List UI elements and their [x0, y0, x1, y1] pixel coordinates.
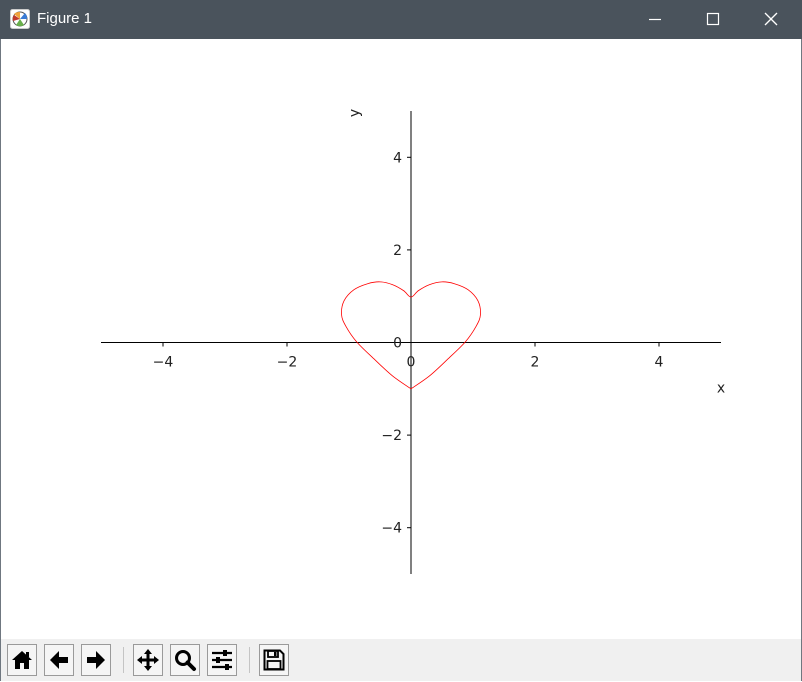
arrow-left-icon [50, 651, 68, 669]
configure-subplots-button[interactable] [207, 644, 237, 676]
home-icon [12, 651, 32, 669]
x-axis-label: x [717, 381, 725, 397]
arrow-right-icon [87, 651, 105, 669]
close-icon [764, 12, 778, 26]
y-tick-label: 0 [393, 336, 402, 352]
matplotlib-app-icon [10, 9, 30, 29]
maximize-icon [706, 12, 720, 26]
forward-button[interactable] [81, 644, 111, 676]
move-icon [137, 649, 159, 671]
minimize-button[interactable] [632, 0, 678, 39]
x-tick-label: −4 [153, 355, 174, 371]
back-button[interactable] [44, 644, 74, 676]
x-tick-label: 4 [655, 355, 664, 371]
y-tick-label: 4 [393, 150, 402, 166]
x-tick-label: 0 [407, 355, 416, 371]
close-button[interactable] [748, 0, 794, 39]
x-tick-label: −2 [277, 355, 298, 371]
window-title: Figure 1 [37, 10, 93, 27]
title-bar: Figure 1 [0, 0, 802, 39]
minimize-icon [649, 18, 661, 21]
figure-canvas[interactable]: −4 −2 0 2 4 −4 −2 0 2 4 x y [1, 39, 801, 639]
magnifier-icon [175, 650, 196, 671]
y-axis-label: y [347, 109, 363, 117]
home-button[interactable] [7, 644, 37, 676]
ticks: −4 −2 0 2 4 −4 −2 0 2 4 [153, 150, 664, 536]
plot-area: −4 −2 0 2 4 −4 −2 0 2 4 x y [101, 109, 725, 574]
y-tick-label: −2 [381, 428, 402, 444]
maximize-button[interactable] [690, 0, 736, 39]
x-tick-label: 2 [531, 355, 540, 371]
y-tick-label: 2 [393, 243, 402, 259]
navigation-toolbar [1, 639, 801, 681]
pan-button[interactable] [133, 644, 163, 676]
toolbar-separator [123, 647, 124, 673]
save-button[interactable] [259, 644, 289, 676]
y-tick-label: −4 [381, 521, 402, 537]
floppy-disk-icon [263, 649, 285, 671]
zoom-button[interactable] [170, 644, 200, 676]
toolbar-separator [249, 647, 250, 673]
sliders-icon [212, 650, 232, 670]
